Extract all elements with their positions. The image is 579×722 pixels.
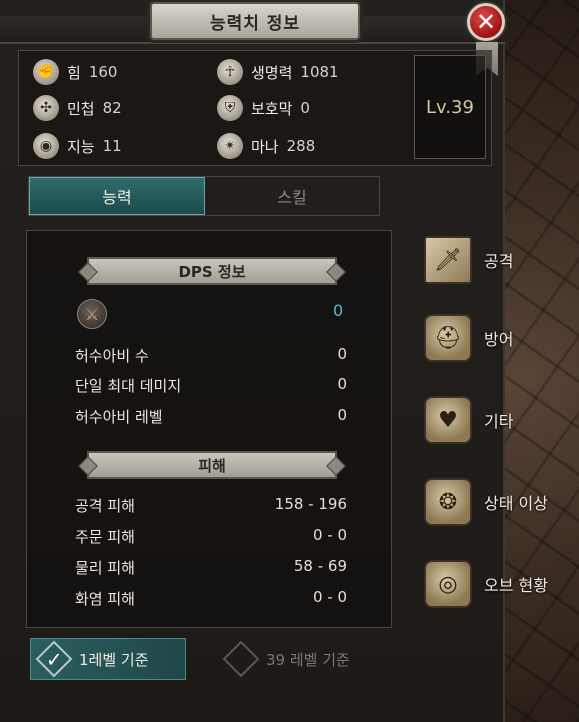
stat-label: 생명력 [251,63,293,82]
stat-label: 마나 [251,137,279,156]
side-button-misc[interactable]: ♥ 기타 [424,396,513,444]
shield-icon: ⛨ [217,95,243,121]
row-value: 58 - 69 [293,557,347,575]
stat-life: ☥ 생명력 1081 [217,59,339,85]
stat-label: 지능 [67,137,95,156]
fist-icon: ✊ [33,59,59,85]
dps-row: 허수아비 레벨 0 [75,406,347,427]
stat-value: 288 [286,137,316,155]
tab-abilities[interactable]: 능력 [29,177,205,215]
row-value: 0 - 0 [312,588,347,606]
stat-label: 보호막 [251,99,293,118]
star-burst-icon: ✴ [217,133,243,159]
row-value: 158 - 196 [274,495,347,513]
stat-label: 힘 [67,63,81,82]
sword-icon: 🗡 [424,236,472,284]
tab-bar: 능력 스킬 [28,176,380,216]
checkbox-diamond [222,640,260,678]
row-value: 0 - 0 [312,526,347,544]
eye-icon: ◉ [33,133,59,159]
level-display: Lv.39 [414,55,486,159]
damage-row: 물리 피해 58 - 69 [75,557,347,578]
heart-icon: ♥ [424,396,472,444]
check-icon: ✓ [45,646,63,671]
side-button-defense[interactable]: ⛑ 방어 [424,314,513,362]
orb-icon: ◎ [424,560,472,608]
dps-row: 단일 최대 데미지 0 [75,375,347,396]
row-label: 허수아비 수 [75,347,149,365]
checkbox-diamond: ✓ [35,640,73,678]
dps-row: 허수아비 수 0 [75,345,347,366]
dps-value: 0 [333,301,344,320]
stat-shield: ⛨ 보호막 0 [217,95,310,121]
row-label: 물리 피해 [75,559,135,577]
damage-row: 주문 피해 0 - 0 [75,526,347,547]
side-button-attack[interactable]: 🗡 공격 [424,236,513,284]
tab-skills[interactable]: 스킬 [205,177,379,215]
row-label: 허수아비 레벨 [75,408,163,426]
stat-agility: ✣ 민첩 82 [33,95,122,121]
side-button-label: 공격 [484,252,514,271]
row-value: 0 [337,375,347,393]
stat-value: 11 [102,137,122,155]
row-label: 주문 피해 [75,528,135,546]
close-icon: ✕ [475,8,497,36]
ability-details[interactable]: DPS 정보 ⚔ 0 허수아비 수 0 단일 최대 데미지 0 허수아비 레벨 … [26,230,392,628]
side-button-orbs[interactable]: ◎ 오브 현황 [424,560,548,608]
weapon-icon: ⚔ [77,299,107,329]
row-value: 0 [337,345,347,363]
triskelion-icon: ✣ [33,95,59,121]
checkbox-label: 1레벨 기준 [79,650,149,669]
stat-value: 160 [88,63,118,81]
damage-row: 공격 피해 158 - 196 [75,495,347,516]
stat-strength: ✊ 힘 160 [33,59,117,85]
row-label: 화염 피해 [75,590,135,608]
damage-row: 화염 피해 0 - 0 [75,588,347,609]
level39-basis-checkbox[interactable]: 39 레벨 기준 [218,638,368,680]
side-button-label: 상태 이상 [484,494,548,513]
side-button-label: 기타 [484,412,514,431]
stat-value: 1081 [300,63,339,81]
stat-label: 민첩 [67,99,95,118]
level1-basis-checkbox[interactable]: ✓ 1레벨 기준 [30,638,186,680]
stat-mana: ✴ 마나 288 [217,133,315,159]
ankh-icon: ☥ [217,59,243,85]
row-label: 공격 피해 [75,497,135,515]
stat-intelligence: ◉ 지능 11 [33,133,122,159]
row-label: 단일 최대 데미지 [75,377,182,395]
stat-value: 82 [102,99,122,117]
status-icon: ❂ [424,478,472,526]
row-value: 0 [337,406,347,424]
checkbox-label: 39 레벨 기준 [266,650,350,669]
stat-value: 0 [300,99,310,117]
dps-section-header: DPS 정보 [87,257,337,285]
helmet-icon: ⛑ [424,314,472,362]
side-button-status[interactable]: ❂ 상태 이상 [424,478,548,526]
close-button[interactable]: ✕ [467,3,505,41]
window-title: 능력치 정보 [150,2,360,40]
damage-section-header: 피해 [87,451,337,479]
side-button-label: 방어 [484,330,514,349]
side-button-label: 오브 현황 [484,576,548,595]
